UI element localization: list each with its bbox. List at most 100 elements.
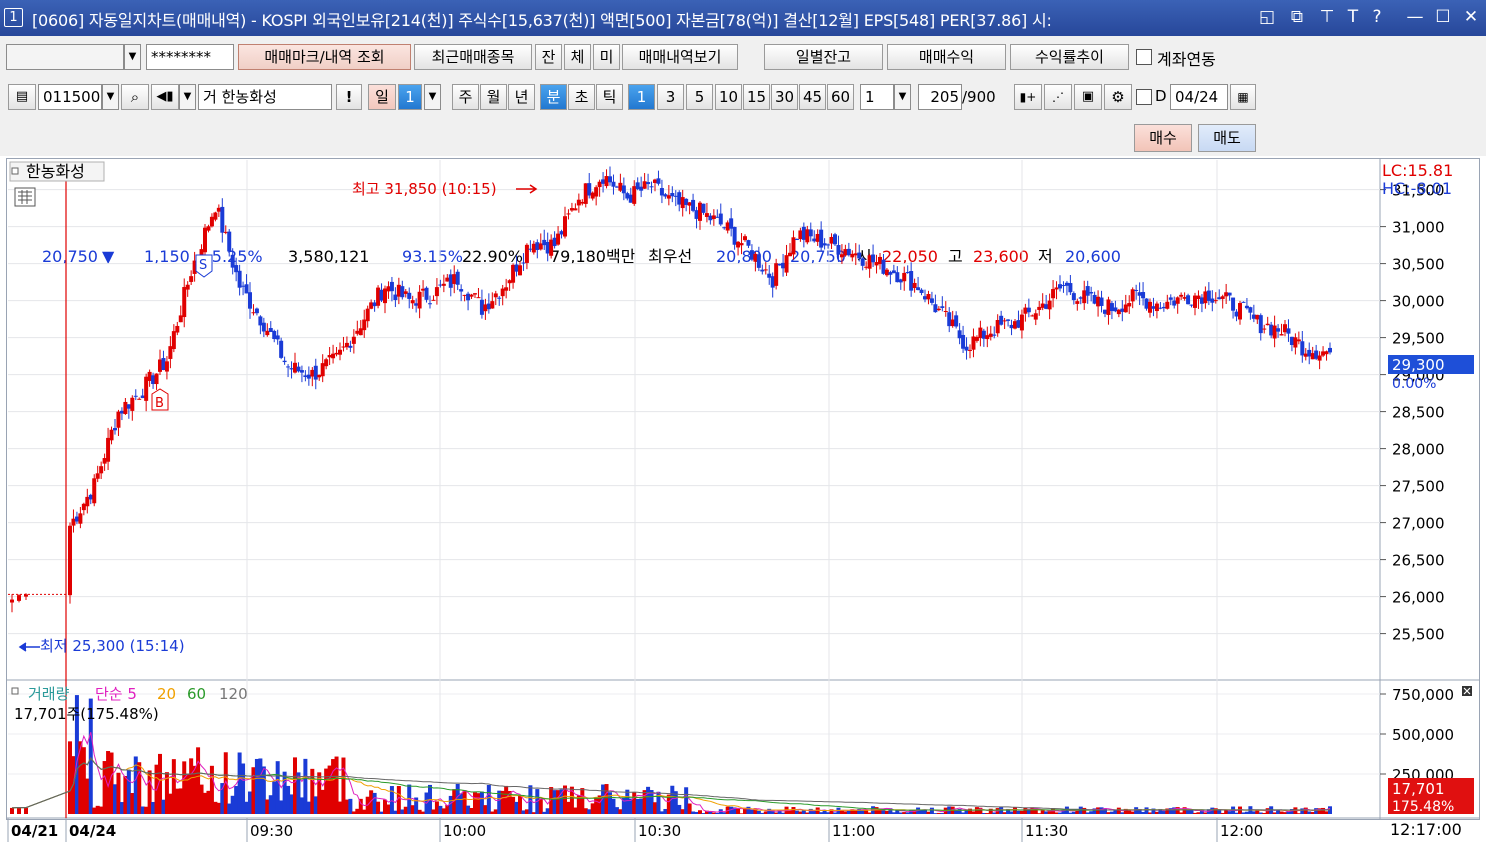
candle-body: [310, 369, 315, 377]
volume-bar: [386, 804, 391, 814]
candle-body: [1089, 292, 1094, 294]
candle-body: [1078, 297, 1083, 299]
volume-bar: [749, 809, 754, 814]
volume-bar: [1016, 810, 1021, 814]
max-arrow-icon: [516, 184, 538, 194]
grid-icon[interactable]: [14, 187, 36, 207]
volume-bar: [1058, 812, 1062, 814]
time-label: 11:00: [832, 822, 875, 840]
price-tick-label: 27,000: [1392, 515, 1445, 533]
volume-bar: [1141, 811, 1146, 814]
volume-bar: [905, 812, 910, 814]
candle-body: [1179, 294, 1184, 297]
candle-body: [376, 287, 381, 306]
candle-body: [1054, 287, 1059, 290]
volume-bar: [791, 807, 796, 814]
candle-body: [355, 330, 360, 334]
candle-body: [878, 256, 882, 265]
candle-body: [992, 334, 997, 336]
volume-bar: [618, 809, 623, 814]
candle-body: [313, 365, 318, 380]
candle-body: [1255, 314, 1260, 320]
candle-body: [265, 330, 270, 336]
volume-bar: [826, 812, 831, 814]
volume-bar: [68, 741, 72, 814]
volume-bar: [1127, 810, 1132, 814]
candle-body: [213, 212, 218, 220]
candle-body: [1234, 311, 1239, 317]
volume-bar: [251, 767, 256, 814]
candle-body: [351, 336, 356, 344]
volume-bar: [542, 811, 547, 814]
candle-body: [663, 194, 668, 197]
candle-body: [971, 336, 976, 350]
volume-bar: [95, 805, 100, 814]
volume-bar: [161, 799, 166, 814]
candle-body: [808, 229, 813, 237]
candle-body: [974, 336, 979, 341]
current-pct-label: 0.00%: [1392, 376, 1436, 392]
candle-body: [1085, 286, 1090, 296]
volume-collapse-icon[interactable]: [11, 687, 19, 695]
volume-bar: [833, 812, 837, 814]
candle-body: [694, 210, 699, 219]
candle-body: [936, 308, 941, 311]
candle-body: [819, 229, 824, 248]
volume-bar: [632, 791, 637, 814]
candle-body: [448, 274, 453, 288]
volume-bar: [441, 808, 446, 814]
volume-bar: [736, 808, 741, 814]
volume-bar: [528, 785, 533, 814]
candle-body: [1203, 291, 1208, 304]
candle-body: [130, 397, 135, 411]
candle-body: [71, 518, 76, 526]
buy-marker[interactable]: B: [151, 388, 169, 411]
volume-bar: [604, 784, 609, 814]
volume-bar: [320, 789, 325, 814]
volume-bar: [552, 790, 557, 814]
candle-body: [569, 208, 574, 211]
candle-body: [1130, 289, 1135, 302]
volume-bar: [123, 776, 128, 814]
volume-bar: [383, 799, 387, 814]
candle-body: [957, 330, 962, 339]
volume-bar: [1321, 807, 1326, 814]
candle-body: [483, 304, 488, 312]
volume-bar: [85, 778, 90, 814]
candle-body: [431, 299, 436, 301]
volume-bar: [275, 761, 280, 814]
volume-bar: [763, 811, 768, 814]
candle-body: [646, 182, 651, 185]
candle-body: [1068, 283, 1073, 293]
candle-body: [673, 195, 678, 197]
candle-body: [296, 366, 301, 372]
candle-body: [919, 289, 924, 294]
candle-body: [573, 208, 578, 211]
sell-marker[interactable]: S: [195, 254, 213, 278]
volume-bar: [1071, 811, 1076, 814]
candle-body: [1148, 301, 1152, 313]
candle-body: [711, 215, 716, 220]
collapse-icon[interactable]: [11, 167, 19, 175]
candle-body: [594, 187, 599, 197]
candle-body: [140, 395, 145, 399]
price-tick-label: 26,000: [1392, 589, 1445, 607]
volume-bar: [746, 806, 751, 814]
candle-body: [147, 371, 152, 381]
volume-bar: [479, 791, 484, 814]
volume-bar: [867, 812, 872, 814]
candle-body: [358, 328, 363, 336]
candle-body: [17, 595, 21, 601]
candle-body: [1071, 293, 1076, 301]
volume-bar: [237, 752, 242, 814]
candle-body: [327, 355, 332, 358]
volume-bar: [1013, 807, 1017, 814]
candlestick-chart[interactable]: 31,50031,00030,50030,00029,50029,00028,5…: [0, 0, 1486, 844]
candle-body: [1061, 285, 1066, 287]
candle-body: [348, 345, 353, 348]
volume-bar: [403, 806, 408, 814]
candle-body: [421, 288, 426, 291]
candle-body: [1189, 304, 1194, 306]
volume-bar: [1179, 812, 1184, 814]
volume-bar: [338, 801, 342, 814]
